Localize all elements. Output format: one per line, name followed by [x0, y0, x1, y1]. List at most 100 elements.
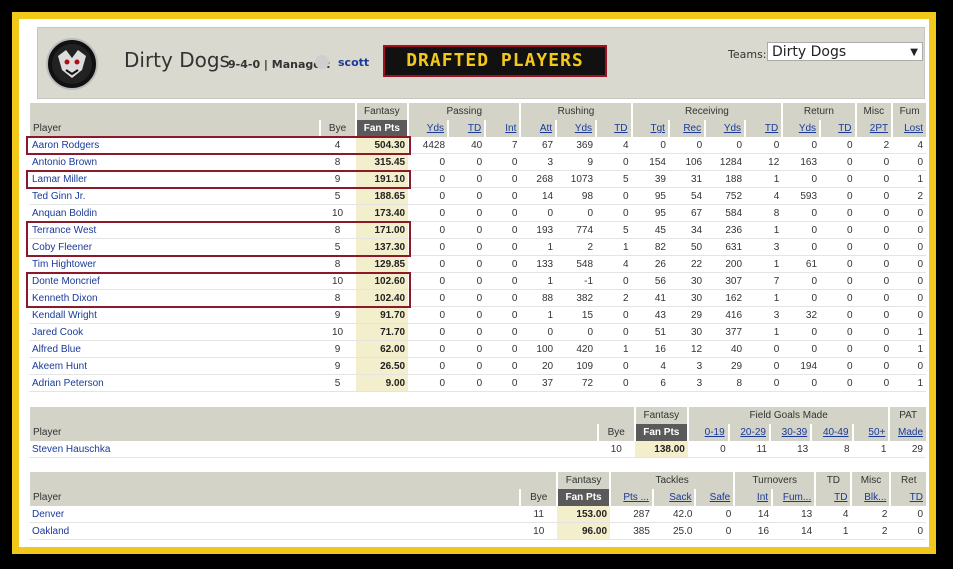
def-col-header-10[interactable]: TD	[889, 489, 926, 506]
player-link[interactable]: Steven Hauschka	[29, 441, 598, 458]
stat-cell: 0	[892, 255, 926, 273]
off-col-header-10[interactable]: Rec	[667, 120, 706, 137]
k-col-header-8[interactable]: Made	[888, 424, 926, 441]
def-sort-link-7[interactable]: Fum...	[783, 492, 811, 503]
stat-cell: 0	[892, 306, 926, 324]
def-col-header-7[interactable]: Fum...	[771, 489, 816, 506]
stat-cell: 0	[408, 357, 449, 375]
off-sort-link-14[interactable]: TD	[838, 123, 851, 134]
k-group-header: Fantasy Field Goals Made PAT	[28, 407, 926, 424]
off-sort-link-8[interactable]: TD	[614, 123, 627, 134]
player-link[interactable]: Adrian Peterson	[29, 374, 320, 392]
bye-week: 9	[319, 170, 356, 188]
def-col-header-6[interactable]: Int	[733, 489, 773, 506]
off-col-header-16[interactable]: Lost	[891, 120, 926, 137]
off-col-header-2[interactable]: Fan Pts	[354, 120, 409, 137]
player-link[interactable]: Tim Hightower	[29, 255, 320, 273]
player-link[interactable]: Kenneth Dixon	[29, 289, 320, 307]
player-link[interactable]: Denver	[29, 506, 521, 523]
off-sort-link-13[interactable]: Yds	[799, 123, 816, 134]
k-sort-link-6[interactable]: 40-49	[823, 427, 849, 438]
stat-cell: 0	[892, 221, 926, 239]
k-sort-link-4[interactable]: 20-29	[740, 427, 766, 438]
off-col-header-5[interactable]: Int	[484, 120, 521, 137]
k-sort-link-3[interactable]: 0-19	[705, 427, 725, 438]
off-col-header-15[interactable]: 2PT	[854, 120, 893, 137]
off-sort-link-11[interactable]: Yds	[724, 123, 741, 134]
off-sort-link-5[interactable]: Int	[505, 123, 516, 134]
stat-cell: 0	[782, 170, 821, 188]
player-link[interactable]: Oakland	[29, 522, 521, 540]
off-col-header-11[interactable]: Yds	[704, 120, 746, 137]
stat-cell: 0	[596, 323, 632, 341]
off-sort-link-12[interactable]: TD	[765, 123, 778, 134]
stat-cell: 30	[668, 272, 706, 290]
player-link[interactable]: Coby Fleener	[29, 238, 320, 256]
def-col-header-2[interactable]: Fan Pts	[556, 489, 611, 506]
stat-cell: 0	[408, 153, 449, 171]
k-col-header-4[interactable]: 20-29	[727, 424, 770, 441]
off-sort-link-4[interactable]: TD	[468, 123, 481, 134]
stat-cell: 0	[448, 153, 486, 171]
player-link[interactable]: Terrance West	[29, 221, 320, 239]
player-link[interactable]: Aaron Rodgers	[29, 137, 320, 154]
off-col-header-14[interactable]: TD	[819, 120, 856, 137]
table-row: Coby Fleener 5 137.30 0 0 0 1 2 1 82 50 631 3 0 0 0 0	[29, 238, 926, 256]
stat-cell: 236	[705, 221, 746, 239]
off-sort-link-15[interactable]: 2PT	[870, 123, 888, 134]
player-link[interactable]: Alfred Blue	[29, 340, 320, 358]
off-sort-link-9[interactable]: Tgt	[651, 123, 665, 134]
player-link[interactable]: Jared Cook	[29, 323, 320, 341]
k-sort-link-5[interactable]: 30-39	[782, 427, 808, 438]
k-group-2: Field Goals Made	[686, 407, 890, 424]
k-col-header-3[interactable]: 0-19	[686, 424, 729, 441]
def-col-header-3[interactable]: Pts ...	[609, 489, 653, 506]
stat-cell: 51	[631, 323, 669, 341]
teams-select[interactable]: Dirty Dogs ▼	[767, 42, 923, 61]
def-col-header-5[interactable]: Safe	[694, 489, 735, 506]
stat-cell: 287	[610, 506, 653, 523]
off-sort-link-10[interactable]: Rec	[683, 123, 701, 134]
off-col-header-13[interactable]: Yds	[781, 120, 821, 137]
off-col-header-3[interactable]: Yds	[407, 120, 449, 137]
def-sort-link-5[interactable]: Safe	[710, 492, 731, 503]
off-sort-link-7[interactable]: Yds	[575, 123, 592, 134]
k-col-header-7[interactable]: 50+	[851, 424, 890, 441]
stat-cell: 0	[485, 255, 521, 273]
k-column-header: Player Bye Fan Pts 0-19 20-29 30-39 40-49 50+ Ma…	[28, 424, 926, 441]
off-sort-link-16[interactable]: Lost	[904, 123, 923, 134]
k-col-header-6[interactable]: 40-49	[810, 424, 853, 441]
k-col-header-5[interactable]: 30-39	[768, 424, 812, 441]
manager-link[interactable]: scott	[338, 56, 369, 69]
def-sort-link-10[interactable]: TD	[910, 492, 923, 503]
def-col-header-4[interactable]: Sack	[651, 489, 696, 506]
k-sort-link-8[interactable]: Made	[898, 427, 923, 438]
off-col-header-1: Bye	[318, 120, 356, 137]
def-sort-link-4[interactable]: Sack	[669, 492, 691, 503]
def-col-header-9[interactable]: Blk...	[850, 489, 891, 506]
off-col-header-7[interactable]: Yds	[555, 120, 597, 137]
player-link[interactable]: Donte Moncrief	[29, 272, 320, 290]
off-sort-link-6[interactable]: Att	[540, 123, 552, 134]
off-col-header-12[interactable]: TD	[744, 120, 783, 137]
def-col-header-8[interactable]: TD	[814, 489, 852, 506]
stat-cell: 13	[769, 441, 812, 458]
stat-cell: 193	[520, 221, 557, 239]
player-link[interactable]: Ted Ginn Jr.	[29, 187, 320, 205]
k-sort-link-7[interactable]: 50+	[868, 427, 885, 438]
off-sort-link-3[interactable]: Yds	[427, 123, 444, 134]
player-link[interactable]: Kendall Wright	[29, 306, 320, 324]
def-sort-link-3[interactable]: Pts ...	[623, 492, 649, 503]
off-col-header-9[interactable]: Tgt	[630, 120, 669, 137]
off-col-header-4[interactable]: TD	[447, 120, 486, 137]
def-sort-link-8[interactable]: TD	[834, 492, 847, 503]
def-sort-link-6[interactable]: Int	[757, 492, 768, 503]
player-link[interactable]: Anquan Boldin	[29, 204, 320, 222]
off-col-header-6[interactable]: Att	[519, 120, 557, 137]
k-col-header-2[interactable]: Fan Pts	[633, 424, 688, 441]
player-link[interactable]: Akeem Hunt	[29, 357, 320, 375]
def-sort-link-9[interactable]: Blk...	[864, 492, 886, 503]
player-link[interactable]: Lamar Miller	[29, 170, 320, 188]
off-col-header-8[interactable]: TD	[595, 120, 632, 137]
player-link[interactable]: Antonio Brown	[29, 153, 320, 171]
